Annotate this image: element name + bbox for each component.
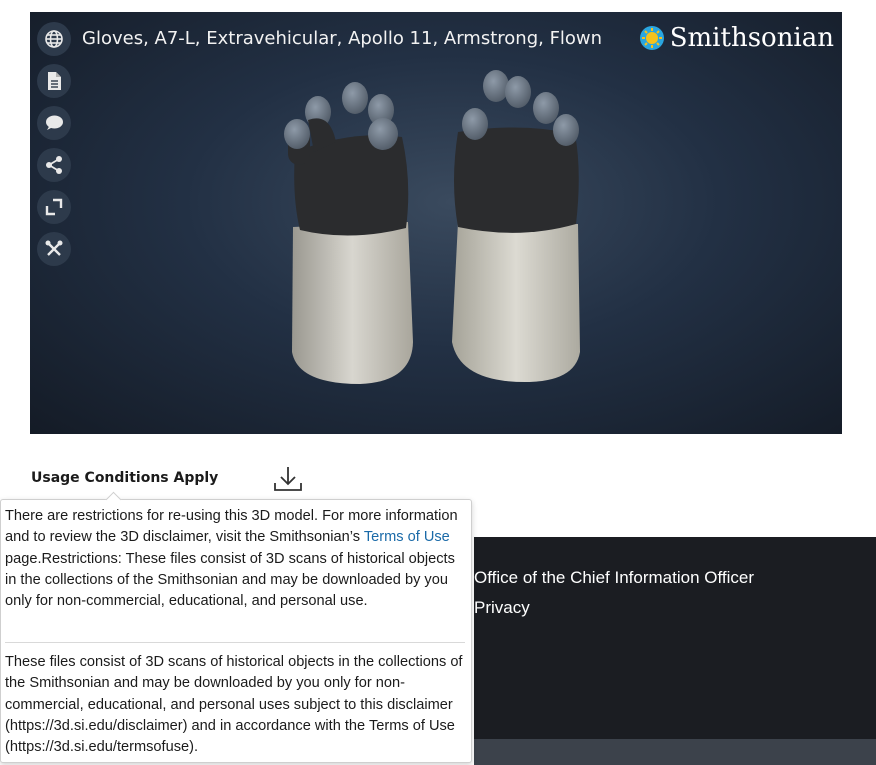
tools-button[interactable] — [37, 232, 71, 266]
3d-viewer[interactable]: Gloves, A7-L, Extravehicular, Apollo 11,… — [30, 12, 842, 434]
document-icon — [48, 72, 61, 90]
restrictions-text: There are restrictions for re-using this… — [5, 508, 458, 610]
language-icon — [45, 30, 63, 48]
footer-link-privacy[interactable]: Privacy — [474, 598, 530, 618]
share-icon — [46, 156, 62, 174]
fullscreen-button[interactable] — [37, 190, 71, 224]
usage-conditions-label[interactable]: Usage Conditions Apply — [31, 470, 218, 486]
footer-link-ocio[interactable]: Office of the Chief Information Officer — [474, 568, 754, 588]
popover-divider — [5, 642, 465, 643]
share-button[interactable] — [37, 148, 71, 182]
terms-of-use-link[interactable]: Terms of Use — [364, 529, 450, 545]
disclaimer-text: These files consist of 3D scans of histo… — [5, 654, 463, 756]
sun-icon — [639, 26, 664, 50]
comment-button[interactable] — [37, 106, 71, 140]
tools-icon — [45, 240, 63, 256]
document-button[interactable] — [37, 64, 71, 98]
footer-bottom-bar — [474, 739, 876, 765]
usage-conditions-popover: There are restrictions for re-using this… — [0, 491, 472, 763]
comment-icon — [46, 115, 63, 130]
language-button[interactable] — [37, 22, 71, 56]
fullscreen-icon — [45, 198, 63, 216]
model-title: Gloves, A7-L, Extravehicular, Apollo 11,… — [82, 28, 603, 49]
popover-arrow — [105, 491, 122, 508]
download-icon[interactable] — [272, 464, 304, 494]
smithsonian-wordmark: Smithsonian — [669, 23, 834, 53]
gloves-3d-model[interactable] — [30, 12, 842, 434]
site-footer: Office of the Chief Information Officer … — [474, 537, 876, 765]
smithsonian-logo[interactable]: Smithsonian — [639, 23, 834, 53]
